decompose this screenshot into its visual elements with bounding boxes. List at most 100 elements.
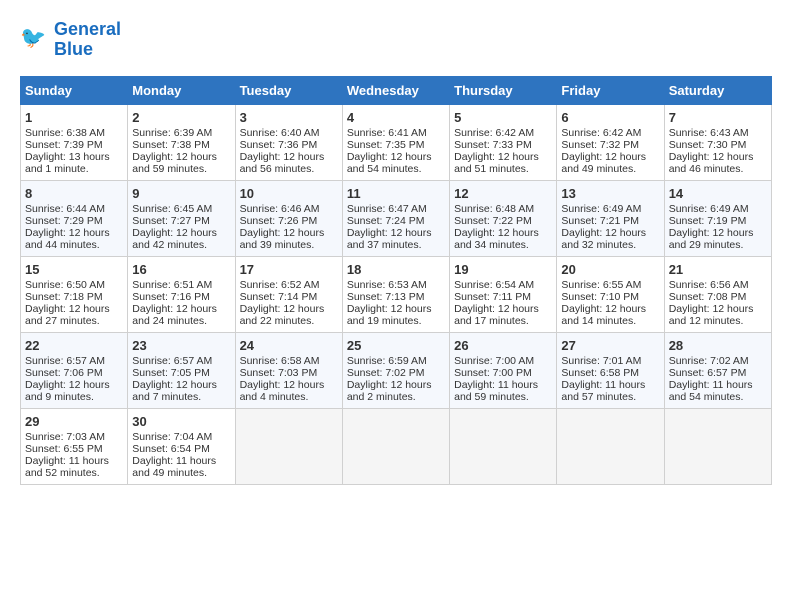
- day-number: 15: [25, 262, 123, 277]
- day-number: 5: [454, 110, 552, 125]
- header-tuesday: Tuesday: [235, 76, 342, 104]
- daylight-text: Daylight: 12 hours and 27 minutes.: [25, 303, 110, 327]
- day-number: 28: [669, 338, 767, 353]
- daylight-text: Daylight: 11 hours and 54 minutes.: [669, 379, 753, 403]
- day-number: 6: [561, 110, 659, 125]
- day-number: 17: [240, 262, 338, 277]
- sunrise-text: Sunrise: 6:42 AM: [454, 127, 534, 139]
- logo-text: General Blue: [54, 20, 121, 60]
- day-number: 22: [25, 338, 123, 353]
- sunset-text: Sunset: 7:06 PM: [25, 367, 103, 379]
- sunrise-text: Sunrise: 6:52 AM: [240, 279, 320, 291]
- sunrise-text: Sunrise: 6:42 AM: [561, 127, 641, 139]
- sunset-text: Sunset: 7:22 PM: [454, 215, 532, 227]
- daylight-text: Daylight: 12 hours and 17 minutes.: [454, 303, 539, 327]
- sunset-text: Sunset: 7:03 PM: [240, 367, 318, 379]
- calendar-cell: 5Sunrise: 6:42 AMSunset: 7:33 PMDaylight…: [450, 104, 557, 180]
- sunset-text: Sunset: 7:33 PM: [454, 139, 532, 151]
- daylight-text: Daylight: 12 hours and 2 minutes.: [347, 379, 432, 403]
- sunrise-text: Sunrise: 6:46 AM: [240, 203, 320, 215]
- calendar-cell: 13Sunrise: 6:49 AMSunset: 7:21 PMDayligh…: [557, 180, 664, 256]
- daylight-text: Daylight: 12 hours and 19 minutes.: [347, 303, 432, 327]
- daylight-text: Daylight: 11 hours and 49 minutes.: [132, 455, 216, 479]
- calendar-cell: 8Sunrise: 6:44 AMSunset: 7:29 PMDaylight…: [21, 180, 128, 256]
- daylight-text: Daylight: 12 hours and 34 minutes.: [454, 227, 539, 251]
- calendar-cell: 21Sunrise: 6:56 AMSunset: 7:08 PMDayligh…: [664, 256, 771, 332]
- sunset-text: Sunset: 7:39 PM: [25, 139, 103, 151]
- day-number: 24: [240, 338, 338, 353]
- sunset-text: Sunset: 7:38 PM: [132, 139, 210, 151]
- daylight-text: Daylight: 11 hours and 57 minutes.: [561, 379, 645, 403]
- day-number: 16: [132, 262, 230, 277]
- calendar-cell: 17Sunrise: 6:52 AMSunset: 7:14 PMDayligh…: [235, 256, 342, 332]
- daylight-text: Daylight: 12 hours and 7 minutes.: [132, 379, 217, 403]
- calendar-week-row: 29Sunrise: 7:03 AMSunset: 6:55 PMDayligh…: [21, 408, 772, 484]
- daylight-text: Daylight: 12 hours and 29 minutes.: [669, 227, 754, 251]
- daylight-text: Daylight: 11 hours and 52 minutes.: [25, 455, 109, 479]
- day-number: 30: [132, 414, 230, 429]
- daylight-text: Daylight: 11 hours and 59 minutes.: [454, 379, 538, 403]
- day-number: 10: [240, 186, 338, 201]
- calendar-cell: [557, 408, 664, 484]
- sunrise-text: Sunrise: 6:48 AM: [454, 203, 534, 215]
- daylight-text: Daylight: 12 hours and 24 minutes.: [132, 303, 217, 327]
- sunset-text: Sunset: 6:55 PM: [25, 443, 103, 455]
- day-number: 27: [561, 338, 659, 353]
- calendar-cell: 12Sunrise: 6:48 AMSunset: 7:22 PMDayligh…: [450, 180, 557, 256]
- sunset-text: Sunset: 6:54 PM: [132, 443, 210, 455]
- sunrise-text: Sunrise: 6:41 AM: [347, 127, 427, 139]
- logo-icon: 🐦: [20, 22, 50, 57]
- day-number: 8: [25, 186, 123, 201]
- calendar-cell: 6 Sunrise: 6:42 AMSunset: 7:32 PMDaylight…: [557, 104, 664, 180]
- calendar-cell: 22Sunrise: 6:57 AMSunset: 7:06 PMDayligh…: [21, 332, 128, 408]
- sunset-text: Sunset: 7:32 PM: [561, 139, 639, 151]
- sunset-text: Sunset: 7:08 PM: [669, 291, 747, 303]
- day-number: 2: [132, 110, 230, 125]
- daylight-text: Daylight: 12 hours and 56 minutes.: [240, 151, 325, 175]
- sunrise-text: Sunrise: 6:49 AM: [561, 203, 641, 215]
- day-number: 3: [240, 110, 338, 125]
- day-number: 25: [347, 338, 445, 353]
- sunrise-text: Sunrise: 6:58 AM: [240, 355, 320, 367]
- calendar-cell: 27Sunrise: 7:01 AMSunset: 6:58 PMDayligh…: [557, 332, 664, 408]
- calendar-header-row: SundayMondayTuesdayWednesdayThursdayFrid…: [21, 76, 772, 104]
- header-monday: Monday: [128, 76, 235, 104]
- calendar-week-row: 15Sunrise: 6:50 AMSunset: 7:18 PMDayligh…: [21, 256, 772, 332]
- sunset-text: Sunset: 7:10 PM: [561, 291, 639, 303]
- sunrise-text: Sunrise: 7:02 AM: [669, 355, 749, 367]
- daylight-text: Daylight: 12 hours and 49 minutes.: [561, 151, 646, 175]
- day-number: 29: [25, 414, 123, 429]
- calendar-week-row: 1Sunrise: 6:38 AMSunset: 7:39 PMDaylight…: [21, 104, 772, 180]
- sunrise-text: Sunrise: 6:40 AM: [240, 127, 320, 139]
- calendar-body: 1Sunrise: 6:38 AMSunset: 7:39 PMDaylight…: [21, 104, 772, 484]
- sunset-text: Sunset: 7:35 PM: [347, 139, 425, 151]
- daylight-text: Daylight: 12 hours and 4 minutes.: [240, 379, 325, 403]
- sunrise-text: Sunrise: 6:43 AM: [669, 127, 749, 139]
- calendar-cell: 16Sunrise: 6:51 AMSunset: 7:16 PMDayligh…: [128, 256, 235, 332]
- sunset-text: Sunset: 7:05 PM: [132, 367, 210, 379]
- svg-text:🐦: 🐦: [20, 27, 46, 50]
- sunset-text: Sunset: 7:11 PM: [454, 291, 531, 303]
- calendar-cell: 30Sunrise: 7:04 AMSunset: 6:54 PMDayligh…: [128, 408, 235, 484]
- sunrise-text: Sunrise: 6:56 AM: [669, 279, 749, 291]
- calendar-cell: 18Sunrise: 6:53 AMSunset: 7:13 PMDayligh…: [342, 256, 449, 332]
- day-number: 20: [561, 262, 659, 277]
- header-thursday: Thursday: [450, 76, 557, 104]
- calendar-cell: 20Sunrise: 6:55 AMSunset: 7:10 PMDayligh…: [557, 256, 664, 332]
- day-number: 4: [347, 110, 445, 125]
- sunset-text: Sunset: 6:57 PM: [669, 367, 747, 379]
- sunset-text: Sunset: 7:36 PM: [240, 139, 318, 151]
- sunrise-text: Sunrise: 6:44 AM: [25, 203, 105, 215]
- sunset-text: Sunset: 7:14 PM: [240, 291, 318, 303]
- calendar-cell: [235, 408, 342, 484]
- sunset-text: Sunset: 7:26 PM: [240, 215, 318, 227]
- header-saturday: Saturday: [664, 76, 771, 104]
- sunrise-text: Sunrise: 6:38 AM: [25, 127, 105, 139]
- day-number: 18: [347, 262, 445, 277]
- calendar-cell: [342, 408, 449, 484]
- daylight-text: Daylight: 12 hours and 59 minutes.: [132, 151, 217, 175]
- calendar-cell: [664, 408, 771, 484]
- calendar-cell: 29Sunrise: 7:03 AMSunset: 6:55 PMDayligh…: [21, 408, 128, 484]
- calendar-cell: 9Sunrise: 6:45 AMSunset: 7:27 PMDaylight…: [128, 180, 235, 256]
- calendar-cell: 3 Sunrise: 6:40 AMSunset: 7:36 PMDaylight…: [235, 104, 342, 180]
